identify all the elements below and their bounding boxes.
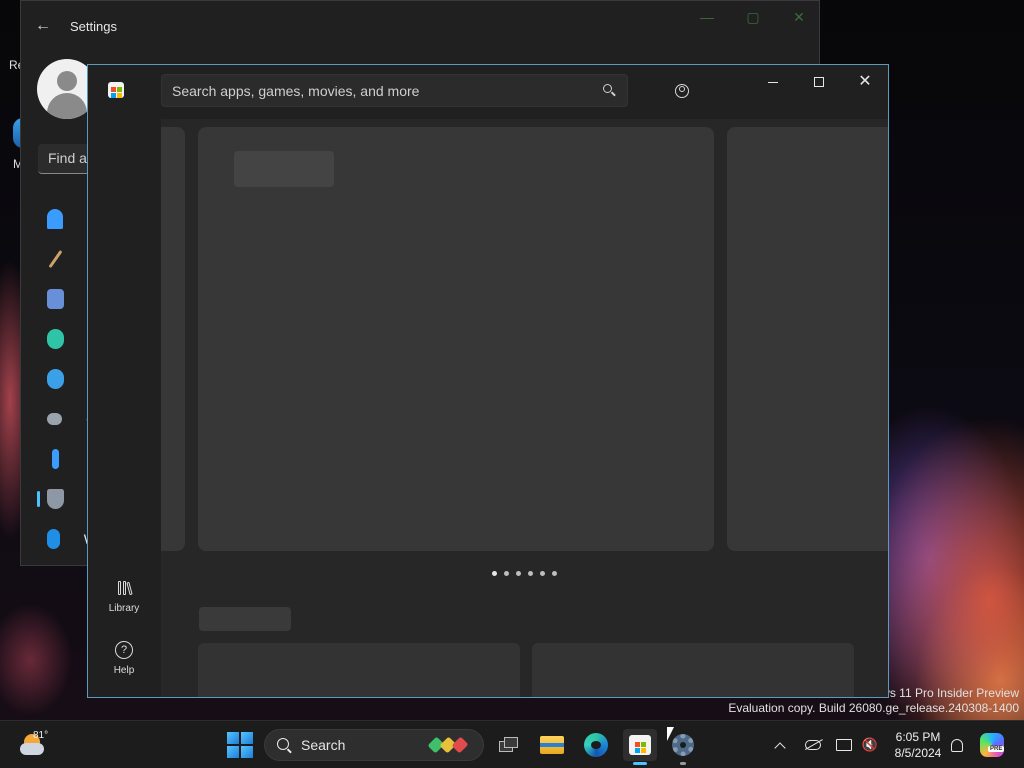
edge-button[interactable] [579, 729, 613, 761]
clock-time: 6:05 PM [895, 730, 941, 744]
hero-card-next[interactable] [727, 127, 888, 551]
store-home-content [161, 119, 888, 697]
avatar-head [57, 71, 77, 91]
folder-icon [540, 736, 564, 754]
search-input[interactable] [172, 82, 603, 99]
taskbar-search[interactable]: Search [264, 729, 484, 761]
microsoft-store-window: Library ? Help ✕ [87, 64, 889, 698]
copilot-pre-badge: PRE [988, 746, 1005, 752]
window-title: Settings [70, 19, 117, 34]
store-logo-icon [108, 82, 124, 98]
active-indicator [633, 762, 647, 765]
copilot-icon[interactable]: PRE [980, 733, 1005, 757]
store-icon [629, 735, 651, 755]
minimize-button[interactable] [750, 65, 796, 99]
task-view-button[interactable] [492, 729, 526, 761]
avatar-shoulders [47, 93, 87, 119]
edge-icon [584, 733, 608, 757]
close-button[interactable]: ✕ [791, 9, 807, 26]
accessibility-icon [52, 449, 59, 469]
gaming-icon [47, 413, 63, 425]
mouse-cursor-icon [667, 727, 674, 741]
bell-icon [951, 738, 963, 752]
search-highlight-gems-icon [427, 735, 471, 755]
help-icon: ? [98, 639, 150, 661]
start-button[interactable] [227, 732, 253, 758]
window-controls: ✕ [750, 65, 888, 99]
running-indicator [680, 762, 686, 765]
carousel-dot[interactable] [516, 571, 521, 576]
maximize-button[interactable]: ▢ [745, 9, 761, 26]
show-hidden-icons-button[interactable] [770, 735, 790, 755]
close-button[interactable]: ✕ [842, 65, 888, 99]
windows-update-icon [47, 529, 60, 549]
library-label: Library [108, 603, 140, 614]
search-icon [277, 738, 292, 754]
weather-widget[interactable]: 81° [18, 730, 48, 760]
maximize-icon [814, 77, 824, 87]
clock-date: 8/5/2024 [894, 746, 942, 760]
library-icon [98, 577, 150, 599]
volume-muted-icon: 🔇 [861, 737, 879, 752]
wifi-icon [47, 209, 63, 229]
maximize-button[interactable] [796, 65, 842, 99]
section-title-placeholder [199, 607, 291, 631]
help-label: Help [113, 665, 135, 676]
clock[interactable]: 6:05 PM 8/5/2024 [887, 729, 949, 761]
carousel-dot[interactable] [552, 571, 557, 576]
weather-temperature: 81° [33, 730, 49, 741]
volume-tray-icon[interactable]: 🔇 [860, 735, 880, 755]
hero-card-current[interactable] [198, 127, 714, 551]
search-icon[interactable] [603, 83, 617, 98]
content-tile[interactable] [198, 643, 520, 697]
minimize-icon [768, 81, 778, 83]
network-tray-icon[interactable] [834, 735, 854, 755]
apps-icon [47, 289, 64, 309]
window-controls: — ▢ ✕ [699, 9, 807, 26]
taskbar: 81° Search 🔇 6:05 PM 8/5/2024 PRE [0, 720, 1024, 768]
microsoft-store-taskbar-button[interactable] [623, 729, 657, 765]
help-button[interactable]: ? Help [98, 639, 150, 676]
cloud-icon [20, 743, 44, 755]
task-view-icon [499, 737, 519, 753]
loading-placeholder [234, 151, 334, 187]
minimize-button[interactable]: — [699, 9, 715, 26]
watermark-line: Evaluation copy. Build 26080.ge_release.… [728, 701, 1019, 715]
account-icon [675, 84, 689, 98]
time-language-icon [47, 369, 65, 389]
paintbrush-icon [48, 250, 63, 268]
store-search-box[interactable] [161, 74, 628, 107]
chevron-up-icon [774, 741, 786, 754]
carousel-dot[interactable] [492, 571, 497, 576]
cloud-offline-icon [805, 740, 821, 750]
help-glyph: ? [115, 641, 133, 659]
close-icon: ✕ [858, 73, 872, 90]
back-arrow-icon[interactable]: ← [35, 17, 55, 35]
hero-card-previous[interactable] [161, 127, 185, 551]
carousel-dot[interactable] [528, 571, 533, 576]
account-button[interactable] [668, 77, 696, 105]
content-tile[interactable] [532, 643, 854, 697]
carousel-dot[interactable] [504, 571, 509, 576]
account-icon [47, 329, 64, 349]
library-button[interactable]: Library [98, 577, 150, 614]
notifications-button[interactable] [947, 735, 967, 755]
network-icon [836, 739, 852, 751]
onedrive-tray-icon[interactable] [803, 735, 823, 755]
file-explorer-button[interactable] [535, 729, 569, 761]
gear-icon [672, 734, 694, 756]
carousel-dot[interactable] [540, 571, 545, 576]
shield-icon [47, 489, 64, 509]
store-nav-rail: Library ? Help [88, 65, 162, 697]
taskbar-search-label: Search [301, 737, 346, 753]
carousel-pager [492, 571, 557, 576]
